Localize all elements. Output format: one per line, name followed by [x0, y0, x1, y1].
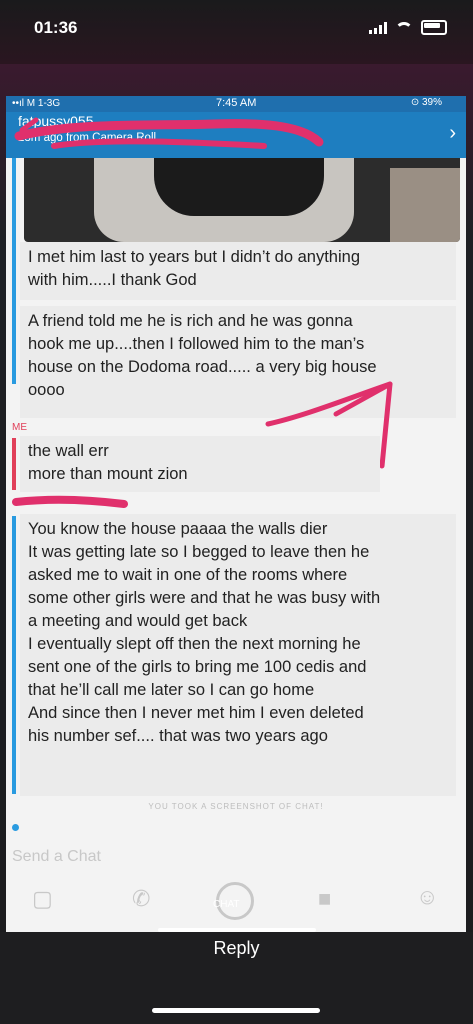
inner-carrier: ••ıl M 1-3G: [12, 98, 61, 109]
sender-bar: [12, 516, 16, 794]
message-line: A friend told me he is rich and he was g…: [28, 312, 353, 330]
message-line: the wall err: [28, 442, 109, 460]
wifi-icon: [395, 21, 413, 34]
message-line: a meeting and would get back: [28, 612, 248, 630]
message-line: I met him last to years but I didn’t do …: [28, 248, 361, 266]
status-icons: [369, 20, 447, 35]
message-line: that he’ll call me later so I can go hom…: [28, 681, 315, 699]
battery-icon: [421, 20, 447, 35]
message-line: sent one of the girls to bring me 100 ce…: [28, 658, 367, 676]
emoji-icon[interactable]: ☺: [416, 884, 438, 910]
message-bubble-me: the wall err more than mount zion: [20, 436, 380, 492]
message-line: his number sef.... that was two years ag…: [28, 727, 328, 745]
chevron-right-icon[interactable]: ›: [449, 122, 456, 145]
message-line: some other girls were and that he was bu…: [28, 589, 381, 607]
message-line: And since then I never met him I even de…: [28, 704, 364, 722]
inner-status-bar: ••ıl M 1-3G 7:45 AM ⊙ 39%: [6, 96, 466, 112]
scribble-underline: [12, 495, 128, 508]
message-line: asked me to wait in one of the rooms whe…: [28, 566, 348, 584]
photo-thumbnail[interactable]: [24, 158, 460, 242]
send-chat-input[interactable]: Send a Chat: [12, 848, 101, 866]
home-indicator[interactable]: [152, 1008, 320, 1013]
signal-icon: [369, 21, 387, 34]
chat-screenshot: fatpussy055 28m ago from Camera Roll › •…: [6, 96, 466, 934]
chat-toolbar: ▢ ✆ CHAT ■ ☺: [6, 878, 466, 934]
typing-dot: [12, 824, 19, 831]
scribble-redaction: [14, 117, 324, 149]
message-line: with him.....I thank God: [28, 271, 197, 289]
me-label: ME: [12, 422, 27, 433]
sender-bar: [12, 158, 16, 384]
inner-battery: ⊙ 39%: [410, 97, 442, 108]
message-line: more than mount zion: [28, 465, 188, 483]
me-bar: [12, 438, 16, 490]
reply-handle: [158, 928, 316, 932]
gallery-icon[interactable]: ▢: [32, 886, 53, 912]
phone-status-bar: 01:36: [0, 0, 473, 64]
phone-icon[interactable]: ✆: [132, 886, 150, 912]
screenshot-notice: YOU TOOK A SCREENSHOT OF CHAT!: [148, 802, 324, 811]
status-time: 01:36: [34, 18, 78, 37]
message-line: It was getting late so I begged to leave…: [28, 543, 370, 561]
chat-button-label: CHAT: [213, 899, 240, 910]
message-bubble: You know the house paaaa the walls dier …: [20, 514, 456, 796]
inner-time: 7:45 AM: [216, 97, 257, 109]
reply-bar: Reply: [0, 928, 473, 1024]
chat-header: fatpussy055 28m ago from Camera Roll ›: [6, 108, 466, 158]
message-bubble: I met him last to years but I didn’t do …: [20, 242, 456, 300]
message-line: hook me up....then I followed him to the…: [28, 335, 365, 353]
reply-button[interactable]: Reply: [0, 938, 473, 959]
message-line: house on the Dodoma road..... a very big…: [28, 358, 377, 376]
message-line: I eventually slept off then the next mor…: [28, 635, 361, 653]
message-line: You know the house paaaa the walls dier: [28, 520, 328, 538]
video-icon[interactable]: ■: [318, 886, 331, 912]
